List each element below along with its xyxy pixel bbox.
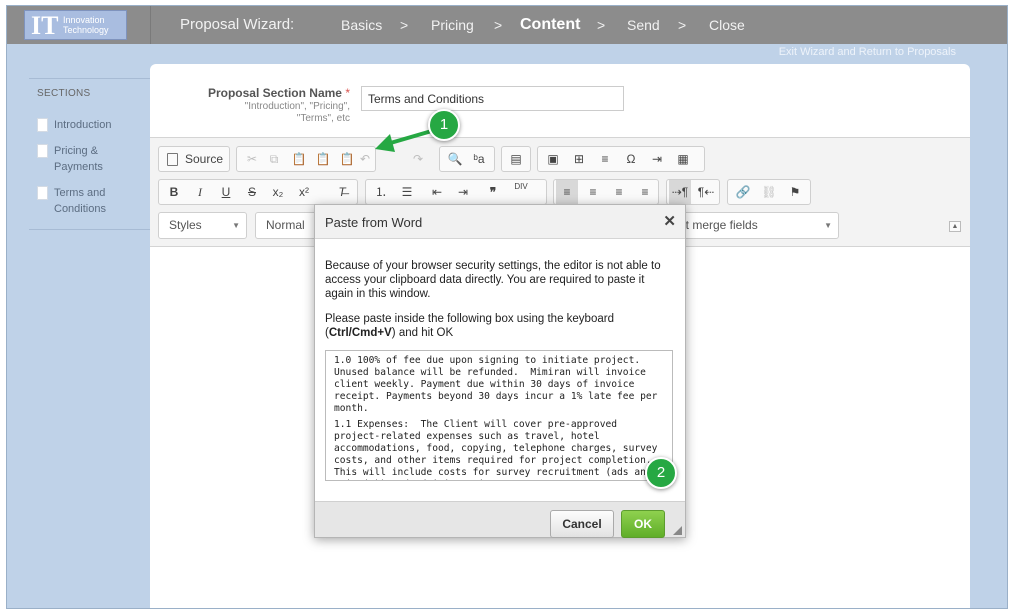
- paste-from-word-dialog: Paste from Word ✕ Because of your browse…: [314, 204, 686, 538]
- paste-paragraph: 1.0 100% of fee due upon signing to init…: [334, 355, 664, 414]
- paste-textarea[interactable]: 1.0 100% of fee due upon signing to init…: [325, 350, 673, 481]
- ok-button[interactable]: OK: [621, 510, 665, 538]
- paste-paragraph: 1.1 Expenses: The Client will cover pre-…: [334, 419, 658, 480]
- dialog-header: Paste from Word ✕: [315, 205, 685, 239]
- close-icon[interactable]: ✕: [663, 212, 676, 230]
- dialog-footer: Cancel OK: [315, 501, 685, 538]
- resize-handle[interactable]: [673, 526, 682, 535]
- security-message: Because of your browser security setting…: [325, 260, 661, 300]
- cancel-button[interactable]: Cancel: [550, 510, 614, 538]
- app-window: IT Innovation Technology Proposal Wizard:…: [6, 5, 1008, 609]
- step-1-badge: 1: [428, 109, 460, 141]
- step-2-badge: 2: [645, 457, 677, 489]
- paste-instruction: Please paste inside the following box us…: [325, 313, 614, 339]
- dialog-title: Paste from Word: [325, 215, 423, 230]
